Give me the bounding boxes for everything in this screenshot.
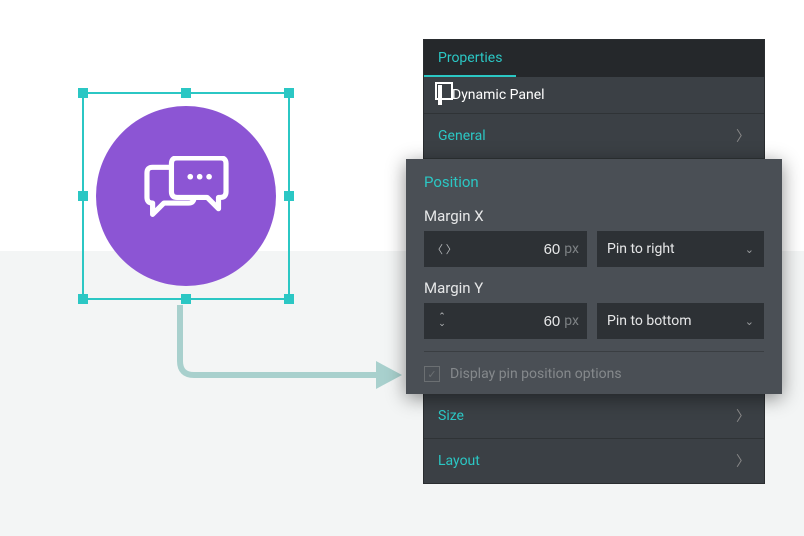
resize-handle-w[interactable] (78, 191, 88, 201)
section-label: Layout (438, 453, 480, 469)
chevron-right-icon: 〉 (736, 126, 750, 146)
margin-y-unit: px (564, 313, 579, 329)
horizontal-stepper-icon[interactable]: 〈 〉 (432, 241, 452, 257)
resize-handle-nw[interactable] (78, 88, 88, 98)
selected-element-header: Dynamic Panel (424, 77, 764, 113)
margin-y-pin-select[interactable]: Pin to bottom ⌄ (597, 303, 764, 339)
section-size[interactable]: Size 〉 (424, 394, 764, 438)
display-pin-options-row[interactable]: ✓ Display pin position options (424, 351, 764, 382)
chat-bubbles-icon (139, 156, 234, 236)
margin-y-input[interactable]: ⌃⌄ px (424, 303, 587, 339)
section-general[interactable]: General 〉 (424, 114, 764, 158)
chevron-down-icon: ⌄ (745, 243, 754, 256)
margin-y-pin-value: Pin to bottom (607, 313, 691, 329)
margin-x-input[interactable]: 〈 〉 px (424, 231, 587, 267)
resize-handle-e[interactable] (284, 191, 294, 201)
section-label: Size (438, 408, 464, 424)
margin-x-pin-select[interactable]: Pin to right ⌄ (597, 231, 764, 267)
chevron-down-icon: ⌄ (745, 315, 754, 328)
selection-bounding-box[interactable] (82, 92, 290, 300)
margin-x-label: Margin X (424, 207, 764, 225)
selected-element-name: Dynamic Panel (452, 87, 545, 103)
resize-handle-sw[interactable] (78, 294, 88, 304)
chevron-right-icon: 〉 (736, 451, 750, 471)
display-pin-options-checkbox[interactable]: ✓ (424, 366, 440, 382)
resize-handle-ne[interactable] (284, 88, 294, 98)
margin-y-value[interactable] (452, 313, 564, 330)
properties-panel: Properties Dynamic Panel General 〉 Posit… (424, 40, 764, 483)
panel-tab-strip: Properties (424, 40, 764, 77)
section-layout[interactable]: Layout 〉 (424, 439, 764, 483)
margin-x-pin-value: Pin to right (607, 241, 675, 257)
margin-x-value[interactable] (452, 241, 564, 258)
section-label: General (438, 128, 486, 144)
display-pin-options-label: Display pin position options (450, 366, 622, 382)
tab-properties[interactable]: Properties (424, 40, 516, 77)
chevron-right-icon: 〉 (736, 406, 750, 426)
chat-widget-element[interactable] (96, 106, 276, 286)
section-label: Position (424, 173, 764, 191)
vertical-stepper-icon[interactable]: ⌃⌄ (432, 314, 452, 328)
margin-x-unit: px (564, 241, 579, 257)
resize-handle-se[interactable] (284, 294, 294, 304)
section-position-expanded: Position Margin X 〈 〉 px Pin to right ⌄ … (406, 159, 782, 394)
resize-handle-s[interactable] (181, 294, 191, 304)
margin-y-label: Margin Y (424, 279, 764, 297)
resize-handle-n[interactable] (181, 88, 191, 98)
dynamic-panel-icon (438, 87, 442, 103)
